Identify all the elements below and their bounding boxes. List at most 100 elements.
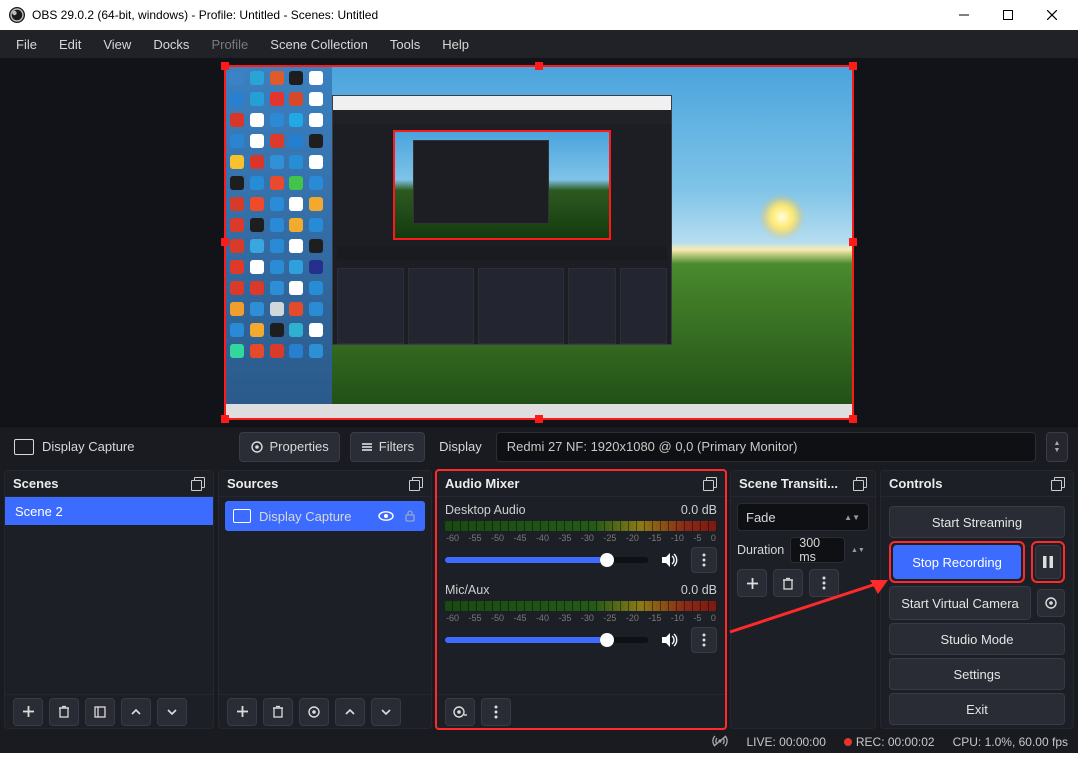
display-icon <box>233 509 251 523</box>
source-item[interactable]: Display Capture <box>225 501 425 531</box>
speaker-icon <box>661 552 679 568</box>
move-scene-up-button[interactable] <box>121 698 151 726</box>
status-live: LIVE: 00:00:00 <box>746 735 825 749</box>
filters-button[interactable]: Filters <box>350 432 425 462</box>
mute-button[interactable] <box>657 627 683 653</box>
move-source-down-button[interactable] <box>371 698 401 726</box>
maximize-button[interactable] <box>986 0 1030 30</box>
stop-recording-button[interactable]: Stop Recording <box>893 545 1021 579</box>
lock-icon[interactable] <box>403 509 417 523</box>
pause-recording-highlight <box>1031 541 1065 583</box>
status-stream-icon <box>712 734 728 751</box>
channel-db: 0.0 dB <box>681 583 717 597</box>
transition-properties-button[interactable] <box>809 569 839 597</box>
start-virtual-camera-button[interactable]: Start Virtual Camera <box>889 586 1031 620</box>
move-source-up-button[interactable] <box>335 698 365 726</box>
menu-file[interactable]: File <box>6 33 47 56</box>
resize-handle[interactable] <box>535 415 543 423</box>
duration-input[interactable]: 300 ms <box>790 537 845 563</box>
panels-row: Scenes Scene 2 Sources <box>0 466 1078 731</box>
popout-icon[interactable] <box>191 477 205 491</box>
duration-stepper[interactable]: ▲▼ <box>851 547 869 554</box>
obs-app-icon <box>8 6 26 24</box>
mixer-advanced-button[interactable] <box>445 698 475 726</box>
menu-help[interactable]: Help <box>432 33 479 56</box>
menu-scene-collection[interactable]: Scene Collection <box>260 33 378 56</box>
visibility-icon[interactable] <box>377 507 395 525</box>
preview-area[interactable] <box>0 58 1078 426</box>
add-scene-button[interactable] <box>13 698 43 726</box>
stop-recording-highlight: Stop Recording <box>889 541 1025 583</box>
preview-canvas[interactable] <box>224 65 854 420</box>
status-bar: LIVE: 00:00:00 REC: 00:00:02 CPU: 1.0%, … <box>0 731 1078 753</box>
studio-mode-button[interactable]: Studio Mode <box>889 623 1065 655</box>
display-select[interactable]: Redmi 27 NF: 1920x1080 @ 0,0 (Primary Mo… <box>496 432 1036 462</box>
minimize-button[interactable] <box>942 0 986 30</box>
volume-slider[interactable] <box>445 637 649 643</box>
source-type-label: Display Capture <box>10 439 139 455</box>
status-rec: REC: 00:00:02 <box>844 735 935 749</box>
filters-icon <box>361 441 373 453</box>
sources-panel: Sources Display Capture <box>218 470 432 729</box>
popout-icon[interactable] <box>1051 477 1065 491</box>
menu-edit[interactable]: Edit <box>49 33 91 56</box>
gear-icon <box>1044 596 1058 610</box>
popout-icon[interactable] <box>853 477 867 491</box>
volume-slider[interactable] <box>445 557 649 563</box>
settings-button[interactable]: Settings <box>889 658 1065 690</box>
popout-icon[interactable] <box>409 477 423 491</box>
mixer-channel-mic-aux: Mic/Aux0.0 dB -60-55-50-45-40-35-30-25-2… <box>437 577 725 657</box>
titlebar: OBS 29.0.2 (64-bit, windows) - Profile: … <box>0 0 1078 30</box>
transition-select[interactable]: Fade ▲▼ <box>737 503 869 531</box>
move-scene-down-button[interactable] <box>157 698 187 726</box>
pause-recording-button[interactable] <box>1035 545 1061 579</box>
resize-handle[interactable] <box>849 415 857 423</box>
display-select-arrows[interactable]: ▲▼ <box>1046 432 1068 462</box>
selection-border <box>224 65 854 420</box>
status-cpu: CPU: 1.0%, 60.00 fps <box>953 735 1068 749</box>
resize-handle[interactable] <box>221 415 229 423</box>
remove-source-button[interactable] <box>263 698 293 726</box>
audio-mixer-panel: Audio Mixer Desktop Audio0.0 dB -60-55-5… <box>436 470 726 729</box>
mute-button[interactable] <box>657 547 683 573</box>
virtual-camera-settings-button[interactable] <box>1037 589 1065 617</box>
display-label: Display <box>435 439 486 454</box>
pause-icon <box>1043 556 1053 568</box>
menu-profile[interactable]: Profile <box>201 33 258 56</box>
start-streaming-button[interactable]: Start Streaming <box>889 506 1065 538</box>
resize-handle[interactable] <box>535 62 543 70</box>
channel-options-button[interactable] <box>691 547 717 573</box>
menu-view[interactable]: View <box>93 33 141 56</box>
mixer-menu-button[interactable] <box>481 698 511 726</box>
close-button[interactable] <box>1030 0 1074 30</box>
source-properties-button[interactable] <box>299 698 329 726</box>
volume-meter <box>445 521 717 531</box>
resize-handle[interactable] <box>221 62 229 70</box>
resize-handle[interactable] <box>849 62 857 70</box>
scene-item[interactable]: Scene 2 <box>5 497 213 525</box>
channel-options-button[interactable] <box>691 627 717 653</box>
broadcast-icon <box>712 734 728 748</box>
dots-vertical-icon <box>702 553 706 567</box>
scene-filters-button[interactable] <box>85 698 115 726</box>
properties-button[interactable]: Properties <box>239 432 340 462</box>
add-source-button[interactable] <box>227 698 257 726</box>
window-title: OBS 29.0.2 (64-bit, windows) - Profile: … <box>32 8 942 22</box>
dots-vertical-icon <box>494 705 498 719</box>
resize-handle[interactable] <box>221 238 229 246</box>
sources-header: Sources <box>219 471 431 497</box>
menu-docks[interactable]: Docks <box>143 33 199 56</box>
remove-transition-button[interactable] <box>773 569 803 597</box>
display-icon <box>14 439 34 455</box>
add-transition-button[interactable] <box>737 569 767 597</box>
remove-scene-button[interactable] <box>49 698 79 726</box>
chevron-up-icon <box>130 707 142 717</box>
menu-tools[interactable]: Tools <box>380 33 430 56</box>
popout-icon[interactable] <box>703 477 717 491</box>
transitions-header: Scene Transiti... <box>731 471 875 497</box>
meter-ticks: -60-55-50-45-40-35-30-25-20-15-10-50 <box>445 533 717 543</box>
scene-transitions-panel: Scene Transiti... Fade ▲▼ Duration 300 m… <box>730 470 876 729</box>
resize-handle[interactable] <box>849 238 857 246</box>
controls-panel: Controls Start Streaming Stop Recording … <box>880 470 1074 729</box>
exit-button[interactable]: Exit <box>889 693 1065 725</box>
